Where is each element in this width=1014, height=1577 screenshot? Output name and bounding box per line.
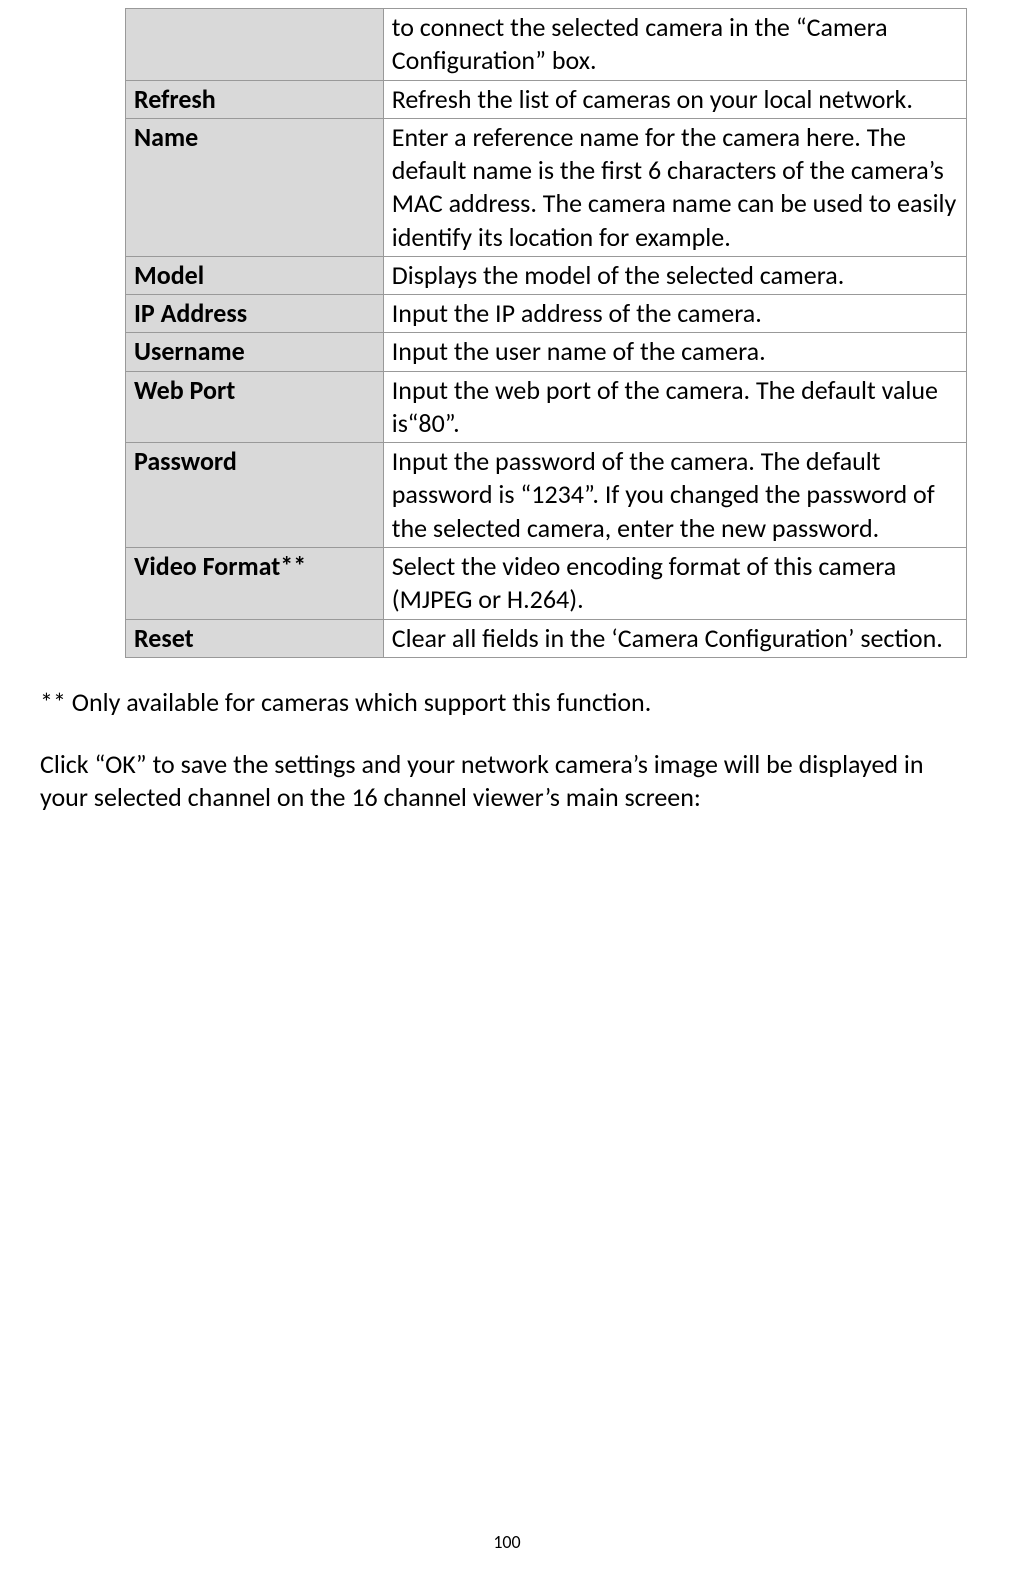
table-row: Video Format** Select the video encoding…	[126, 547, 967, 619]
table-row: to connect the selected camera in the “C…	[126, 9, 967, 81]
table-row: Reset Clear all fields in the ‘Camera Co…	[126, 619, 967, 657]
table-row: Password Input the password of the camer…	[126, 443, 967, 548]
param-description: Refresh the list of cameras on your loca…	[383, 80, 966, 118]
param-description: Input the user name of the camera.	[383, 333, 966, 371]
param-label: IP Address	[126, 295, 384, 333]
page-number: 100	[0, 1531, 1014, 1553]
param-description: Input the web port of the camera. The de…	[383, 371, 966, 443]
table-row: IP Address Input the IP address of the c…	[126, 295, 967, 333]
page-content: to connect the selected camera in the “C…	[0, 8, 1014, 815]
param-label: Name	[126, 118, 384, 256]
param-label: Model	[126, 256, 384, 294]
table-row: Name Enter a reference name for the came…	[126, 118, 967, 256]
param-description: Displays the model of the selected camer…	[383, 256, 966, 294]
table-row: Web Port Input the web port of the camer…	[126, 371, 967, 443]
parameter-table: to connect the selected camera in the “C…	[125, 8, 967, 658]
footnote-text: ** Only available for cameras which supp…	[40, 686, 974, 720]
param-description: Input the password of the camera. The de…	[383, 443, 966, 548]
param-label: Reset	[126, 619, 384, 657]
body-paragraph: Click “OK” to save the settings and your…	[40, 748, 974, 816]
param-description: Select the video encoding format of this…	[383, 547, 966, 619]
param-description: Input the IP address of the camera.	[383, 295, 966, 333]
param-description: Clear all fields in the ‘Camera Configur…	[383, 619, 966, 657]
param-description: Enter a reference name for the camera he…	[383, 118, 966, 256]
param-label: Refresh	[126, 80, 384, 118]
table-row: Username Input the user name of the came…	[126, 333, 967, 371]
param-label	[126, 9, 384, 81]
param-label: Video Format**	[126, 547, 384, 619]
param-label: Password	[126, 443, 384, 548]
param-label: Web Port	[126, 371, 384, 443]
param-description: to connect the selected camera in the “C…	[383, 9, 966, 81]
table-row: Model Displays the model of the selected…	[126, 256, 967, 294]
param-label: Username	[126, 333, 384, 371]
table-row: Refresh Refresh the list of cameras on y…	[126, 80, 967, 118]
